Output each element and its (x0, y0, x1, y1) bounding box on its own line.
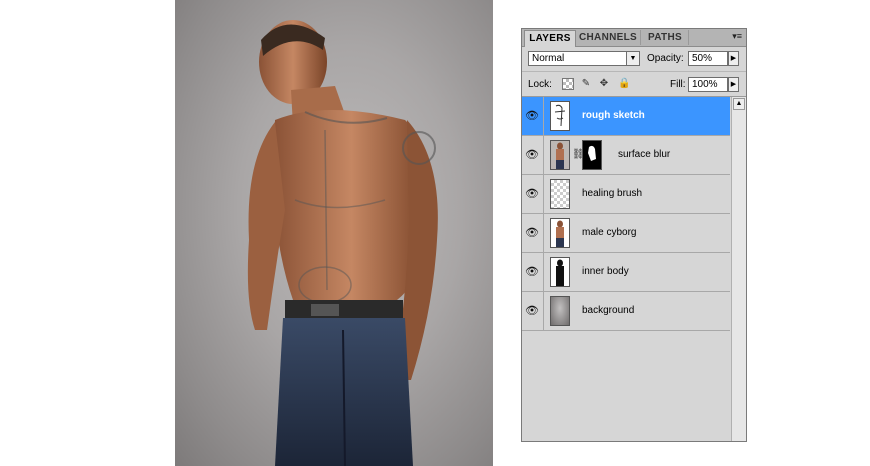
layer-row-healing-brush[interactable]: 👁 healing brush (522, 175, 730, 214)
panel-menu-icon[interactable]: ▾≡ (732, 31, 742, 42)
layer-mask-thumbnail[interactable] (582, 140, 602, 170)
layers-scrollbar[interactable]: ▲ (731, 97, 746, 441)
layer-row-background[interactable]: 👁 background (522, 292, 730, 331)
lock-row: Lock: ✎ ✥ 🔒 Fill: 100% ▶ (522, 72, 746, 97)
layer-row-inner-body[interactable]: 👁 inner body (522, 253, 730, 292)
tab-channels[interactable]: CHANNELS (576, 30, 641, 45)
document-canvas[interactable] (175, 0, 493, 466)
blend-mode-select[interactable]: Normal ▼ (528, 51, 640, 66)
transparent-thumbnail[interactable] (550, 179, 570, 209)
eye-visibility-icon[interactable]: 👁 (525, 227, 539, 239)
eye-visibility-icon[interactable]: 👁 (525, 110, 539, 122)
blend-row: Normal ▼ Opacity: 50% ▶ (522, 47, 746, 72)
divider (543, 253, 544, 291)
silhouette-thumbnail[interactable] (550, 257, 570, 287)
layer-row-rough-sketch[interactable]: 👁 rough sketch (522, 97, 730, 136)
lock-all-padlock-icon[interactable]: 🔒 (618, 78, 630, 90)
layer-list: 👁 rough sketch 👁 ⛓ surface blur 👁 healin… (522, 97, 730, 441)
layer-row-male-cyborg[interactable]: 👁 male cyborg (522, 214, 730, 253)
layer-name[interactable]: background (582, 305, 634, 317)
fill-flyout-arrow-icon[interactable]: ▶ (728, 77, 739, 92)
divider (543, 214, 544, 252)
layer-name[interactable]: healing brush (582, 188, 642, 200)
layer-name[interactable]: male cyborg (582, 227, 636, 239)
blend-mode-value: Normal (532, 53, 565, 64)
panel-tab-bar: LAYERS CHANNELS PATHS ▾≡ (522, 29, 746, 47)
eye-visibility-icon[interactable]: 👁 (525, 266, 539, 278)
eye-visibility-icon[interactable]: 👁 (525, 188, 539, 200)
layer-name[interactable]: rough sketch (582, 110, 645, 122)
fill-field[interactable]: 100% (688, 77, 728, 92)
opacity-field[interactable]: 50% (688, 51, 728, 66)
scroll-up-arrow-icon[interactable]: ▲ (733, 98, 745, 110)
eye-visibility-icon[interactable]: 👁 (525, 305, 539, 317)
layer-name[interactable]: surface blur (618, 149, 670, 161)
lock-image-pixels-brush-icon[interactable]: ✎ (580, 78, 592, 90)
sketch-thumbnail[interactable] (550, 101, 570, 131)
chevron-down-icon[interactable]: ▼ (626, 52, 639, 65)
gradient-thumbnail[interactable] (550, 296, 570, 326)
lock-position-move-icon[interactable]: ✥ (598, 78, 610, 90)
opacity-label: Opacity: (647, 53, 684, 64)
divider (543, 97, 544, 135)
layer-row-surface-blur[interactable]: 👁 ⛓ surface blur (522, 136, 730, 175)
eye-visibility-icon[interactable]: 👁 (525, 149, 539, 161)
opacity-flyout-arrow-icon[interactable]: ▶ (728, 51, 739, 66)
tab-layers[interactable]: LAYERS (524, 30, 576, 47)
tab-paths[interactable]: PATHS (642, 30, 689, 45)
lock-transparent-pixels-icon[interactable] (562, 78, 574, 90)
fill-label: Fill: (670, 79, 686, 90)
cyborg-photo (247, 20, 438, 466)
layer-name[interactable]: inner body (582, 266, 629, 278)
layers-panel: LAYERS CHANNELS PATHS ▾≡ Normal ▼ Opacit… (521, 28, 747, 442)
divider (543, 175, 544, 213)
lock-label: Lock: (528, 79, 552, 90)
divider (543, 136, 544, 174)
figure-thumbnail[interactable] (550, 218, 570, 248)
divider (543, 292, 544, 330)
figure-thumbnail[interactable] (550, 140, 570, 170)
